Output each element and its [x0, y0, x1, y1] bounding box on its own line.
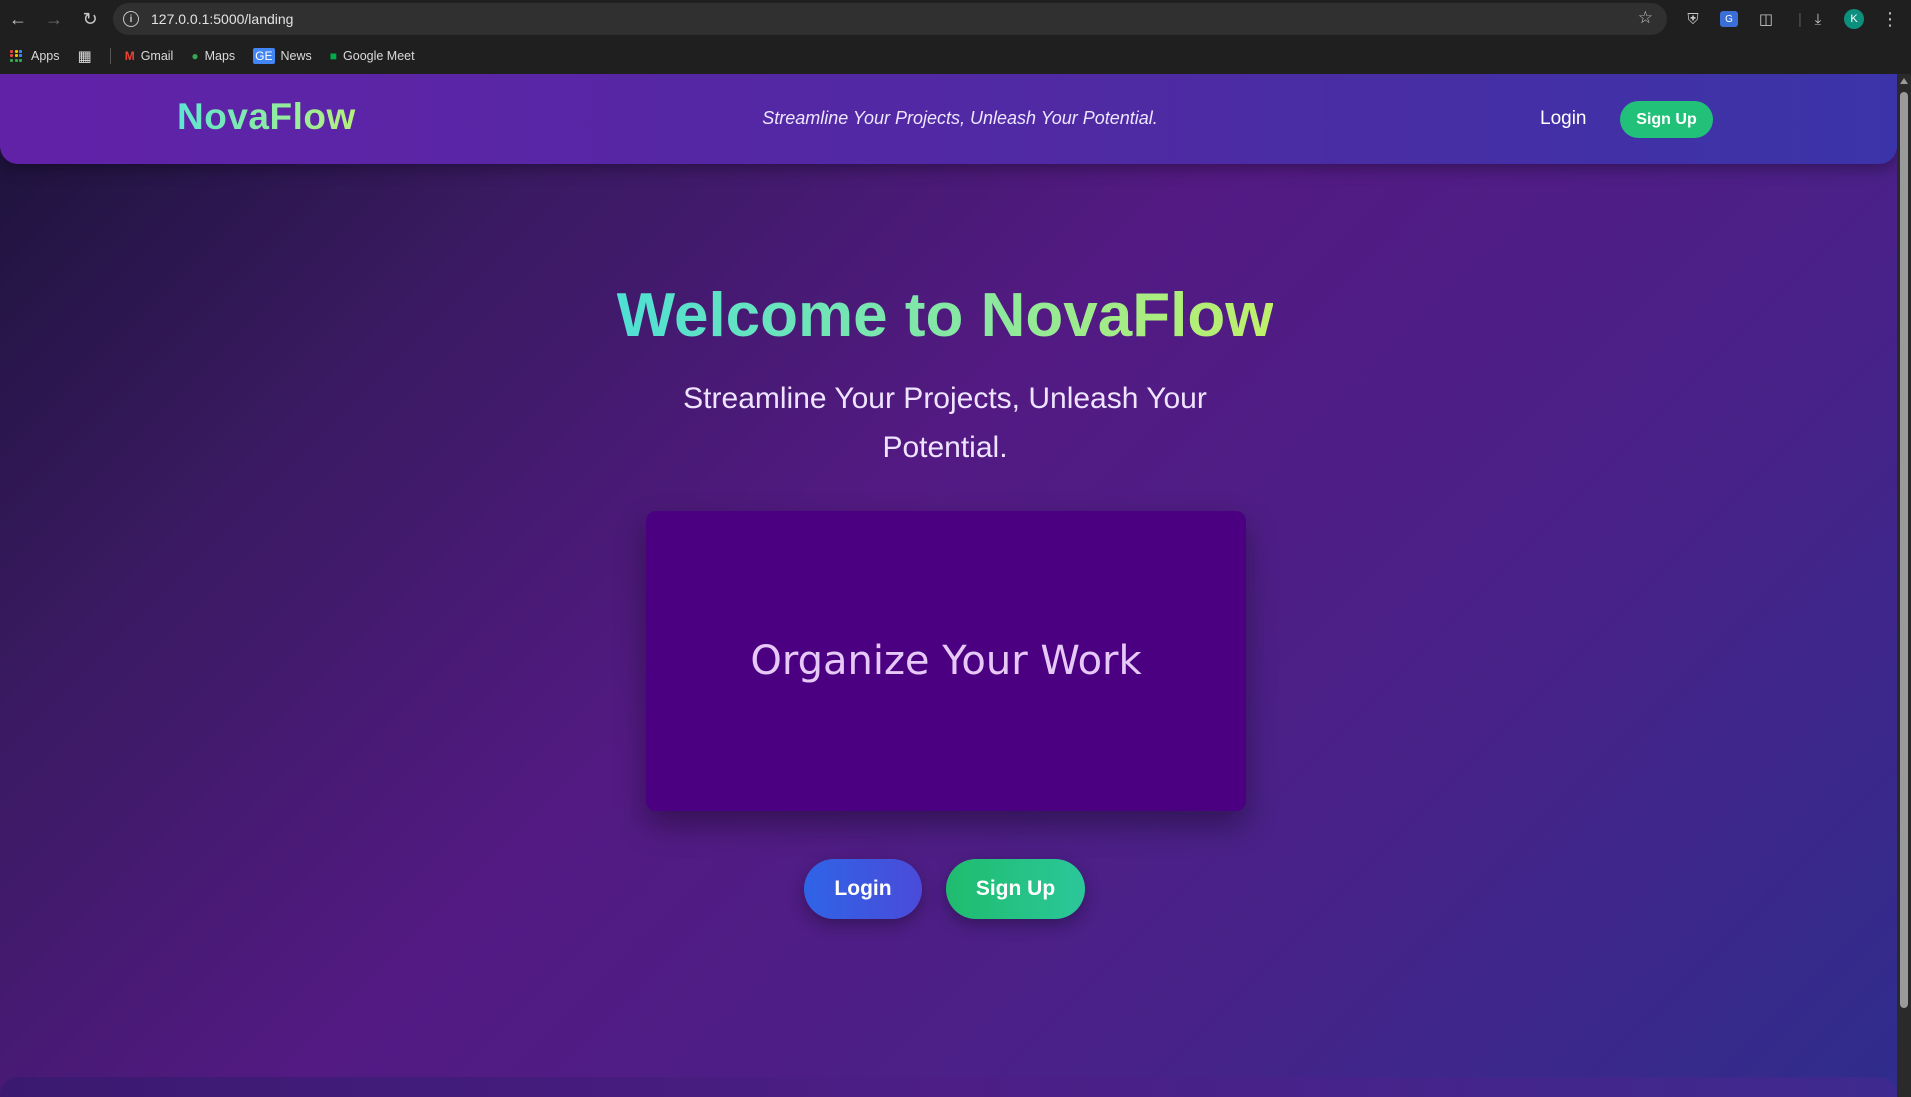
reload-icon[interactable]: ↻	[72, 0, 108, 38]
bookmark-label: Gmail	[140, 49, 174, 63]
bookmark-apps[interactable]: Apps	[10, 49, 60, 63]
bookmark-label: News	[280, 49, 312, 63]
forward-icon[interactable]: →	[36, 0, 72, 38]
header-login-link[interactable]: Login	[1540, 108, 1587, 130]
tab-groups-icon[interactable]: ▦	[78, 47, 92, 65]
profile-avatar[interactable]: K	[1844, 9, 1864, 29]
bookmark-star-icon[interactable]: ☆	[1638, 8, 1653, 28]
header-signup-button[interactable]: Sign Up	[1620, 101, 1713, 138]
address-bar[interactable]: i 127.0.0.1:5000/landing ☆	[113, 3, 1667, 35]
page-viewport: NovaFlow Streamline Your Projects, Unlea…	[0, 74, 1897, 1097]
bookmark-gmail[interactable]: M Gmail	[125, 49, 174, 63]
login-button[interactable]: Login	[804, 859, 922, 919]
header-tagline: Streamline Your Projects, Unleash Your P…	[762, 108, 1158, 128]
bookmarks-bar: Apps ▦ M Gmail ● Maps GE News ■ Google M…	[0, 38, 1911, 74]
news-icon: GE	[253, 48, 275, 64]
hero-subtitle: Streamline Your Projects, Unleash Your P…	[683, 382, 1207, 464]
maps-pin-icon: ●	[191, 49, 199, 63]
download-icon[interactable]: ⤓	[1808, 9, 1828, 29]
bookmark-maps[interactable]: ● Maps	[191, 49, 235, 63]
bookmark-google-meet[interactable]: ■ Google Meet	[330, 49, 415, 63]
back-icon[interactable]: ←	[0, 0, 36, 38]
bookmark-label: Google Meet	[343, 49, 415, 63]
site-header: NovaFlow Streamline Your Projects, Unlea…	[0, 74, 1897, 164]
gmail-icon: M	[124, 49, 135, 63]
extensions-puzzle-icon[interactable]: ◫	[1756, 9, 1776, 29]
bookmark-divider	[109, 48, 111, 64]
apps-grid-icon	[10, 49, 23, 63]
hero-title-text: Welcome to NovaFlow	[616, 281, 1274, 350]
translate-extension-icon[interactable]: G	[1719, 9, 1739, 29]
page-scrollbar[interactable]	[1897, 74, 1911, 1097]
browser-toolbar: ← → ↻ i 127.0.0.1:5000/landing ☆ ⛨ G ◫ |…	[0, 0, 1911, 38]
shield-extension-icon[interactable]: ⛨	[1683, 9, 1703, 29]
feature-card-title: Organize Your Work	[750, 638, 1142, 684]
site-info-icon[interactable]: i	[123, 11, 139, 27]
url-text[interactable]: 127.0.0.1:5000/landing	[151, 11, 293, 27]
signup-button[interactable]: Sign Up	[946, 859, 1085, 919]
hero-title: Welcome to NovaFlow	[0, 280, 1890, 351]
footer	[0, 1077, 1897, 1097]
site-logo[interactable]: NovaFlow	[177, 96, 356, 138]
scrollbar-thumb[interactable]	[1900, 92, 1908, 1008]
bookmark-label: Maps	[204, 49, 236, 63]
bookmark-news[interactable]: GE News	[253, 48, 312, 64]
scroll-up-arrow-icon[interactable]	[1900, 78, 1908, 84]
toolbar-divider: |	[1798, 10, 1802, 28]
browser-menu-icon[interactable]: ⋮	[1880, 9, 1900, 29]
bookmark-label: Apps	[31, 49, 60, 63]
meet-icon: ■	[329, 49, 338, 63]
feature-card: Organize Your Work	[646, 511, 1246, 811]
